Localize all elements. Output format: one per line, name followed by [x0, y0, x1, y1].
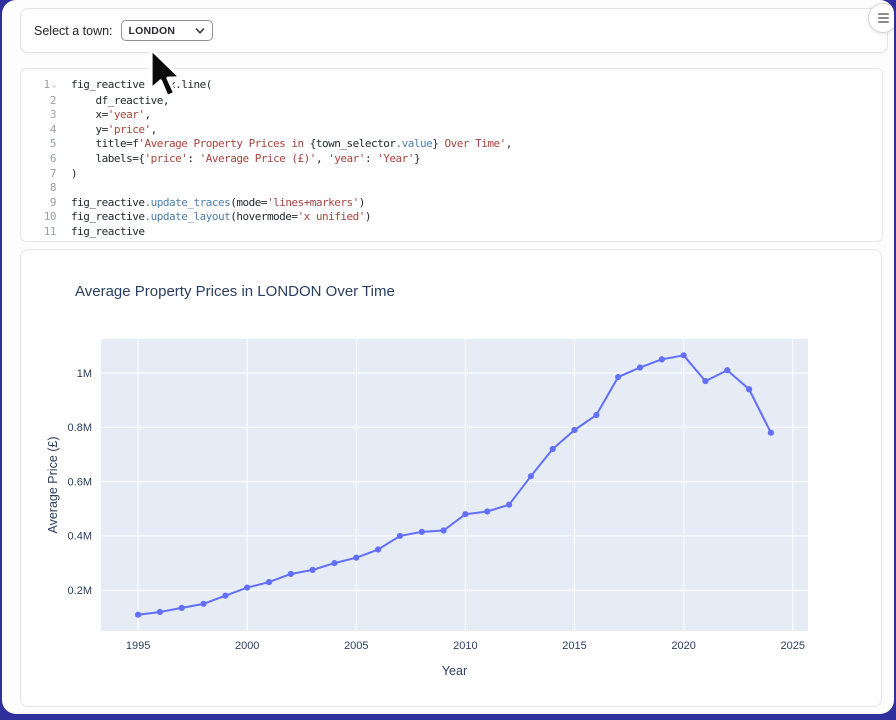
data-point-marker: [397, 533, 403, 539]
code-text: fig_reactive: [61, 225, 144, 240]
data-point-marker: [637, 364, 643, 370]
x-tick-label: 1995: [126, 640, 150, 652]
data-point-marker: [157, 609, 163, 615]
code-line: 7): [21, 167, 882, 182]
code-line: 5 title=f'Average Property Prices in {to…: [21, 137, 882, 152]
code-text: y='price',: [61, 123, 157, 138]
data-point-marker: [528, 473, 534, 479]
code-text: df_reactive,: [61, 94, 169, 109]
data-point-marker: [615, 374, 621, 380]
data-point-marker: [310, 567, 316, 573]
code-text: labels={'price': 'Average Price (£)', 'y…: [61, 152, 420, 167]
data-point-marker: [506, 502, 512, 508]
data-point-marker: [484, 508, 490, 514]
data-point-marker: [266, 579, 272, 585]
data-point-marker: [244, 584, 250, 590]
line-number: 8: [21, 181, 61, 196]
line-number: 5: [21, 137, 61, 152]
data-point-marker: [419, 529, 425, 535]
code-line: 10fig_reactive.update_layout(hovermode='…: [21, 210, 882, 225]
data-point-marker: [659, 356, 665, 362]
town-selector-label: Select a town:: [34, 24, 113, 38]
code-text: fig_reactive = px.line(: [61, 78, 212, 94]
code-line: 2 df_reactive,: [21, 94, 882, 109]
code-text: x='year',: [61, 108, 151, 123]
data-point-marker: [222, 593, 228, 599]
data-point-marker: [681, 352, 687, 358]
line-number: 7: [21, 167, 61, 182]
x-tick-label: 2005: [344, 640, 368, 652]
data-point-marker: [593, 412, 599, 418]
app-page: Select a town: LONDON 1⌄fig_reactive = p…: [2, 0, 894, 714]
data-point-marker: [200, 601, 206, 607]
fold-arrow-icon[interactable]: ⌄: [50, 80, 56, 89]
data-point-marker: [375, 546, 381, 552]
data-point-marker: [135, 612, 141, 618]
town-selector-panel: Select a town: LONDON: [20, 8, 888, 53]
data-point-marker: [550, 446, 556, 452]
code-text: [61, 181, 71, 196]
code-text: fig_reactive.update_layout(hovermode='x …: [61, 210, 371, 225]
y-tick-label: 0.4M: [68, 531, 92, 543]
code-line: 3 x='year',: [21, 108, 882, 123]
town-select[interactable]: LONDON: [121, 20, 213, 41]
line-number: 1⌄: [21, 78, 61, 94]
line-number: 4: [21, 123, 61, 138]
menu-button[interactable]: [868, 3, 894, 33]
y-tick-label: 0.2M: [68, 585, 92, 597]
data-point-marker: [462, 511, 468, 517]
code-line: 8: [21, 181, 882, 196]
data-point-marker: [768, 430, 774, 436]
chevron-down-icon: [195, 26, 205, 36]
code-line: 11fig_reactive: [21, 225, 882, 240]
x-axis-title: Year: [442, 664, 467, 678]
code-editor[interactable]: 1⌄fig_reactive = px.line(2 df_reactive,3…: [20, 68, 883, 242]
line-number: 10: [21, 210, 61, 225]
data-point-marker: [746, 386, 752, 392]
code-line: 1⌄fig_reactive = px.line(: [21, 78, 882, 94]
data-point-marker: [724, 367, 730, 373]
chart-output-panel: Average Property Prices in LONDON Over T…: [20, 249, 882, 707]
code-line: 4 y='price',: [21, 123, 882, 138]
data-point-marker: [179, 605, 185, 611]
data-point-marker: [571, 427, 577, 433]
line-number: 6: [21, 152, 61, 167]
plotly-chart[interactable]: 1995 2000 2005 2010 2015 2020 2025 0.2M 0.4M 0.6M…: [21, 250, 881, 706]
x-tick-label: 2020: [671, 640, 695, 652]
x-tick-label: 2010: [453, 640, 477, 652]
x-tick-label: 2000: [235, 640, 259, 652]
y-tick-label: 1M: [77, 368, 92, 380]
plot-area: [101, 339, 808, 631]
code-text: ): [61, 167, 77, 182]
data-point-marker: [288, 571, 294, 577]
town-select-value: LONDON: [129, 25, 195, 37]
line-number: 2: [21, 94, 61, 109]
code-text: title=f'Average Property Prices in {town…: [61, 137, 512, 152]
code-line: 9fig_reactive.update_traces(mode='lines+…: [21, 196, 882, 211]
x-tick-label: 2025: [780, 640, 804, 652]
hamburger-icon: [878, 13, 889, 15]
x-tick-label: 2015: [562, 640, 586, 652]
line-number: 3: [21, 108, 61, 123]
line-number: 11: [21, 225, 61, 240]
data-point-marker: [440, 527, 446, 533]
data-point-marker: [331, 560, 337, 566]
code-text: fig_reactive.update_traces(mode='lines+m…: [61, 196, 365, 211]
data-point-marker: [702, 378, 708, 384]
y-tick-label: 0.6M: [68, 476, 92, 488]
y-axis-title: Average Price (£): [46, 436, 60, 533]
line-number: 9: [21, 196, 61, 211]
y-tick-label: 0.8M: [68, 422, 92, 434]
code-line: 6 labels={'price': 'Average Price (£)', …: [21, 152, 882, 167]
data-point-marker: [353, 555, 359, 561]
